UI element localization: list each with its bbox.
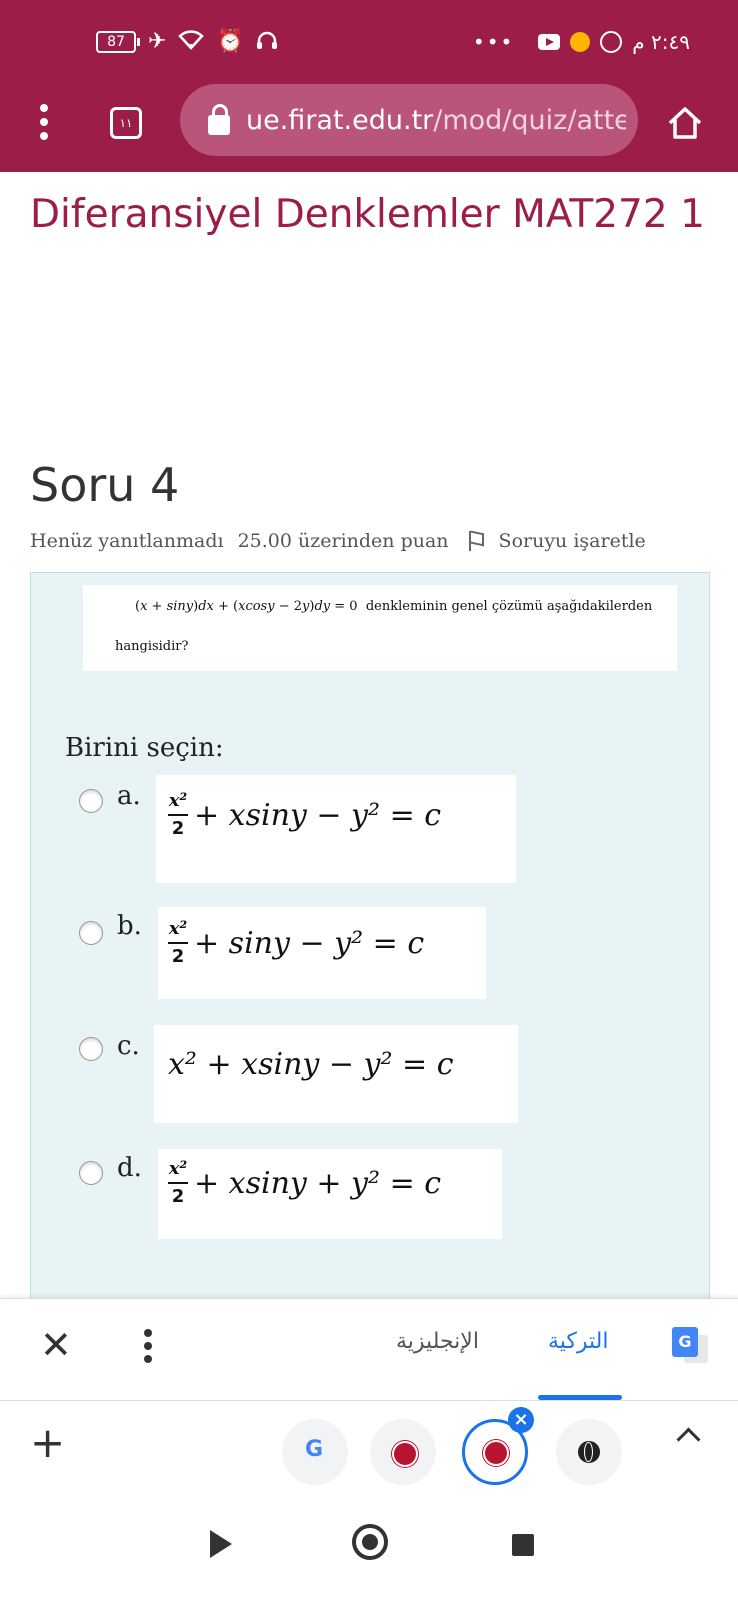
tab-shelf: + G × [0, 1400, 738, 1495]
radio-option-b[interactable] [79, 921, 103, 945]
app-notification-icon [570, 32, 591, 52]
course-title[interactable]: Diferansiyel Denklemler MAT272 1 [30, 188, 710, 242]
recent-apps-icon[interactable] [512, 1534, 534, 1556]
target-language-tab[interactable]: الإنجليزية [396, 1329, 479, 1354]
whatsapp-icon [600, 31, 623, 53]
back-icon[interactable] [210, 1530, 232, 1558]
option-formula-box[interactable]: x² 2 + siny − y² = c [158, 907, 486, 999]
radio-option-a[interactable] [79, 789, 103, 813]
close-icon[interactable]: ✕ [40, 1325, 72, 1365]
option-letter: d. [117, 1153, 142, 1183]
wifi-icon [178, 29, 205, 55]
question-points: 25.00 üzerinden puan [237, 530, 449, 552]
home-circle-icon[interactable] [352, 1524, 388, 1560]
answer-prompt: Birini seçin: [65, 733, 224, 763]
source-language-tab[interactable]: التركية [548, 1329, 609, 1354]
more-notifications-icon: ••• [472, 30, 515, 54]
headphones-icon [256, 30, 278, 55]
shelf-university-tab[interactable] [370, 1419, 436, 1485]
new-tab-icon[interactable]: + [30, 1421, 65, 1465]
option-formula: x² 2 + xsiny − y² = c [168, 791, 441, 839]
globe-icon [578, 1441, 600, 1463]
option-letter: b. [117, 911, 142, 941]
formula-rest: + xsiny + y² = c [194, 1165, 442, 1201]
youtube-icon [538, 34, 561, 50]
university-logo-icon [392, 1441, 418, 1467]
airplane-mode-icon: ✈ [148, 29, 167, 54]
lock-icon [208, 104, 230, 135]
tab-switcher-button[interactable]: ١١ [110, 107, 142, 139]
option-formula-box[interactable]: x² 2 + xsiny − y² = c [156, 775, 516, 883]
close-tab-icon[interactable]: × [508, 1407, 534, 1433]
url-path: /mod/quiz/atte [433, 104, 626, 136]
shelf-web-tab[interactable] [556, 1419, 622, 1485]
question-text-rest: denkleminin genel çözümü aşağıdakilerden [365, 599, 653, 614]
formula-rest: + xsiny − y² = c [194, 797, 442, 833]
translate-menu-icon[interactable] [144, 1329, 154, 1368]
battery-indicator: 87 [96, 31, 140, 53]
formula-rest: x² + xsiny − y² = c [168, 1047, 454, 1082]
url-bar[interactable]: ue.firat.edu.tr/mod/quiz/atte [180, 84, 638, 156]
browser-menu-icon[interactable] [38, 104, 50, 146]
fraction: x² 2 [168, 790, 188, 839]
university-logo-icon [483, 1440, 509, 1466]
question-text: (x + siny)dx + (xcosy − 2y)dy = 0 denkle… [83, 585, 677, 671]
option-formula-box[interactable]: x² 2 + xsiny + y² = c [158, 1149, 502, 1239]
alarm-icon: ⏰ [216, 29, 244, 54]
formula-rest: + siny − y² = c [194, 925, 425, 961]
option-formula: x² 2 + siny − y² = c [168, 919, 424, 967]
option-letter: a. [117, 781, 141, 811]
question-info: Henüz yanıtlanmadı 25.00 üzerinden puan … [30, 530, 646, 552]
flag-question-link[interactable]: Soruyu işaretle [499, 530, 646, 552]
url-text[interactable]: ue.firat.edu.tr/mod/quiz/atte [246, 105, 626, 136]
radio-option-c[interactable] [79, 1037, 103, 1061]
clock: ٢:٤٩ م [632, 30, 690, 54]
question-panel: (x + siny)dx + (xcosy − 2y)dy = 0 denkle… [30, 572, 710, 1300]
status-bar-left: 87 ✈ ⏰ [96, 22, 278, 62]
browser-top-bar: 87 ✈ ⏰ ••• ٢:٤٩ م ١١ ue.firat.edu.tr/mod… [0, 0, 738, 172]
question-text-line-1: (x + siny)dx + (xcosy − 2y)dy = 0 denkle… [135, 599, 652, 614]
option-formula-box[interactable]: x² + xsiny − y² = c [154, 1025, 518, 1123]
option-letter: c. [117, 1031, 140, 1061]
translate-bar: ✕ الإنجليزية التركية G [0, 1298, 738, 1401]
google-icon: G [305, 1437, 324, 1462]
status-bar-right: ••• ٢:٤٩ م [473, 22, 690, 62]
system-nav-bar [0, 1494, 738, 1600]
radio-option-d[interactable] [79, 1161, 103, 1185]
shelf-google-tab[interactable]: G [282, 1419, 348, 1485]
question-equation: (x + siny)dx + (xcosy − 2y)dy = 0 [135, 599, 358, 614]
question-status: Henüz yanıtlanmadı [30, 530, 224, 552]
question-text-line-2: hangisidir? [115, 639, 189, 654]
option-formula: x² 2 + xsiny + y² = c [168, 1159, 441, 1207]
flag-icon[interactable] [468, 531, 485, 551]
question-title: Soru 4 [30, 458, 180, 512]
google-translate-icon: G [672, 1327, 698, 1357]
home-icon[interactable] [666, 106, 704, 140]
option-formula: x² + xsiny − y² = c [168, 1047, 454, 1082]
chevron-up-icon[interactable] [676, 1427, 701, 1452]
fraction: x² 2 [168, 918, 188, 967]
fraction: x² 2 [168, 1158, 188, 1207]
url-host: ue.firat.edu.tr [246, 104, 434, 136]
